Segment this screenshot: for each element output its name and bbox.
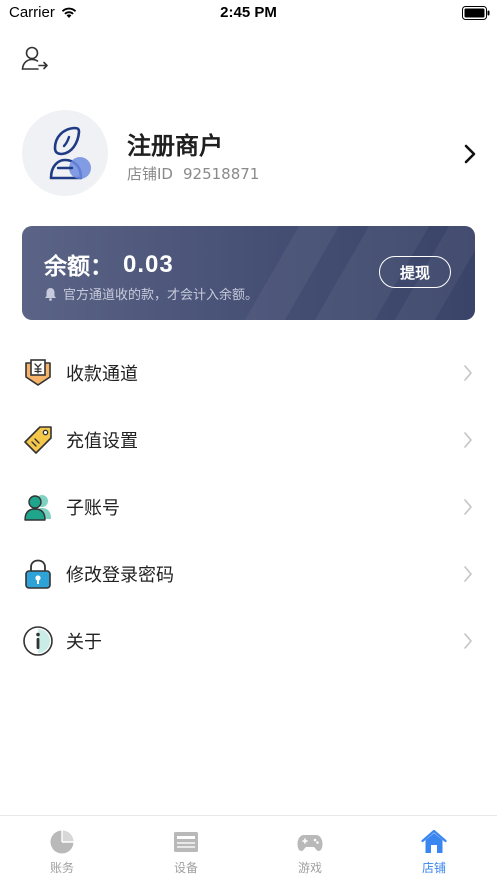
gamepad-icon bbox=[297, 829, 323, 855]
menu-label: 修改登录密码 bbox=[66, 565, 174, 586]
balance-card: 余额： 0.03 官方通道收的款，才会计入余额。 提现 bbox=[22, 226, 475, 320]
bell-icon bbox=[45, 288, 56, 301]
chevron-right-icon bbox=[463, 632, 473, 654]
chevron-right-icon bbox=[463, 498, 473, 520]
menu-item-change-password[interactable]: 修改登录密码 bbox=[0, 541, 497, 607]
info-icon bbox=[22, 625, 54, 657]
merchant-avatar-icon bbox=[49, 126, 91, 180]
home-icon bbox=[421, 829, 447, 855]
chevron-right-icon bbox=[463, 565, 473, 587]
clock: 2:45 PM bbox=[220, 4, 277, 21]
menu-item-sub-account[interactable]: 子账号 bbox=[0, 474, 497, 540]
tab-label: 设备 bbox=[173, 861, 198, 875]
balance-amount: 0.03 bbox=[123, 251, 174, 278]
sub-account-icon bbox=[22, 491, 54, 523]
menu-item-about[interactable]: 关于 bbox=[0, 608, 497, 674]
merchant-name: 注册商户 bbox=[127, 132, 223, 160]
logout-icon[interactable] bbox=[20, 44, 50, 74]
store-id-value: 92518871 bbox=[182, 165, 260, 183]
menu-label: 充值设置 bbox=[66, 431, 138, 452]
balance-note: 官方通道收的款，才会计入余额。 bbox=[44, 284, 258, 303]
recharge-tag-icon bbox=[22, 424, 54, 456]
tab-devices[interactable]: 设备 bbox=[124, 816, 248, 884]
bottom-tab-bar: 账务 设备 游戏 店铺 bbox=[0, 815, 497, 884]
lock-icon bbox=[22, 558, 54, 590]
payment-channel-icon bbox=[22, 357, 54, 389]
device-icon bbox=[173, 829, 199, 855]
chevron-right-icon bbox=[463, 431, 473, 453]
balance-note-text: 官方通道收的款，才会计入余额。 bbox=[63, 288, 259, 303]
merchant-profile[interactable]: 注册商户 店铺ID 92518871 bbox=[22, 110, 477, 198]
balance-label: 余额： bbox=[44, 254, 113, 280]
pie-chart-icon bbox=[49, 829, 75, 855]
tab-label: 游戏 bbox=[297, 861, 322, 875]
menu-label: 子账号 bbox=[66, 498, 120, 519]
store-id-row: 店铺ID 92518871 bbox=[127, 163, 259, 184]
tab-store[interactable]: 店铺 bbox=[372, 816, 496, 884]
tab-label: 店铺 bbox=[421, 861, 446, 875]
battery-icon bbox=[462, 6, 490, 25]
chevron-right-icon bbox=[463, 364, 473, 386]
tab-accounts[interactable]: 账务 bbox=[0, 816, 124, 884]
menu-label: 关于 bbox=[66, 632, 102, 653]
tab-label: 账务 bbox=[49, 861, 74, 875]
status-bar: Carrier 2:45 PM bbox=[0, 0, 497, 26]
avatar bbox=[22, 110, 108, 196]
tab-games[interactable]: 游戏 bbox=[248, 816, 372, 884]
menu-item-recharge-settings[interactable]: 充值设置 bbox=[0, 407, 497, 473]
menu-item-payment-channel[interactable]: 收款通道 bbox=[0, 340, 497, 406]
withdraw-button[interactable]: 提现 bbox=[379, 256, 451, 288]
chevron-right-icon bbox=[463, 143, 477, 169]
store-id-label: 店铺ID bbox=[127, 165, 173, 183]
menu-label: 收款通道 bbox=[66, 364, 138, 385]
